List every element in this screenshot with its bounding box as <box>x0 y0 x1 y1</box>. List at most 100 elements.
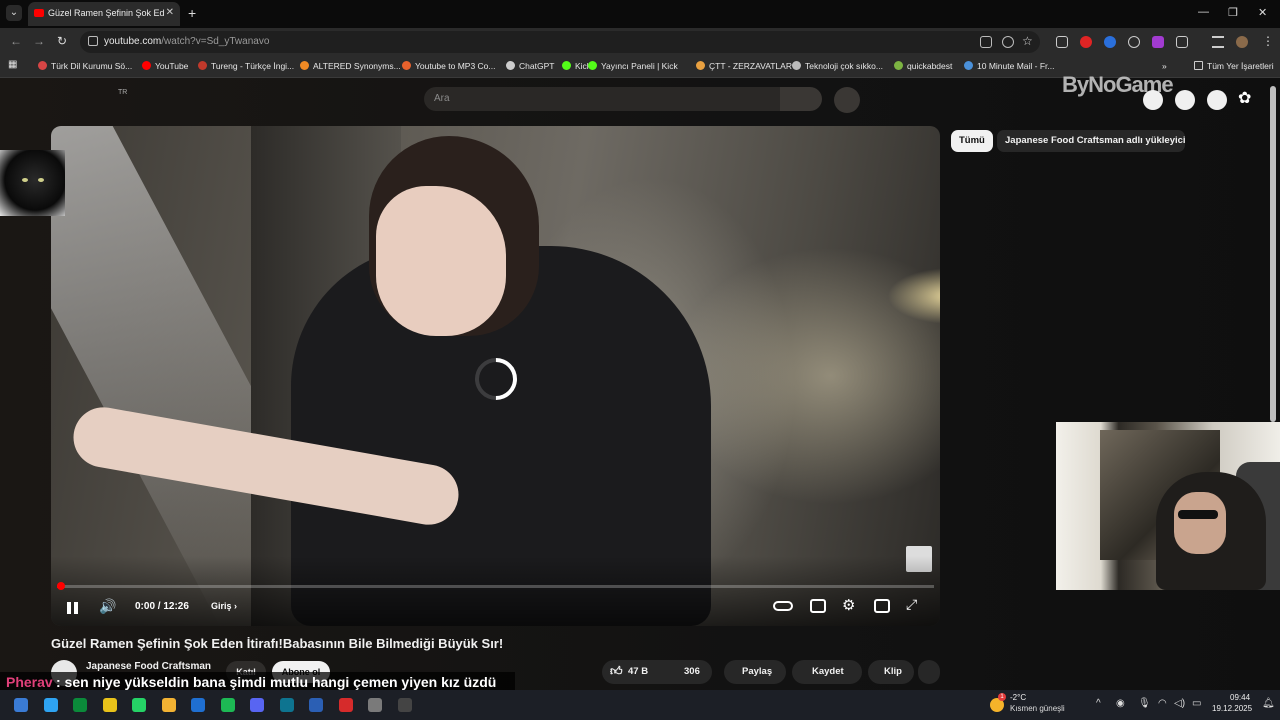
microphone-tray-icon[interactable]: 🎙︎ <box>1138 698 1151 709</box>
extension-screenshot-icon[interactable] <box>1056 36 1068 48</box>
tab-close-icon[interactable]: ✕ <box>166 7 174 18</box>
page-scrollbar[interactable] <box>1270 86 1276 422</box>
share-button[interactable]: Paylaş <box>724 660 786 684</box>
weather-temperature[interactable]: -2°C <box>1010 693 1026 702</box>
reload-button[interactable]: ↻ <box>57 34 67 48</box>
clock-date[interactable]: 19.12.2025 <box>1212 704 1252 713</box>
browser-tab-active[interactable]: Güzel Ramen Şefinin Şok Eden İ ✕ <box>28 2 180 26</box>
video-progress-bar[interactable] <box>57 582 934 590</box>
bookmark-item[interactable]: quickabdest <box>894 61 952 71</box>
progress-scrubber[interactable] <box>57 582 65 590</box>
video-player[interactable]: 🔊 0:00 / 12:26 Giriş › ⚙ ⤢ <box>51 126 940 626</box>
cast-icon[interactable] <box>980 36 992 48</box>
chapter-button[interactable]: Giriş › <box>211 601 237 611</box>
bookmark-star-icon[interactable]: ☆ <box>1022 34 1033 48</box>
taskbar-app-icon[interactable] <box>73 698 87 712</box>
taskbar-app-icon[interactable] <box>397 698 412 712</box>
search-button[interactable] <box>780 87 822 111</box>
extension-purple-icon[interactable] <box>1152 36 1164 48</box>
extension-gamepad-icon[interactable] <box>1128 36 1140 48</box>
bookmark-item[interactable]: Tureng - Türkçe İngi... <box>198 61 294 71</box>
voice-search-button[interactable] <box>834 87 860 113</box>
windows-taskbar: 1 -2°C Kısmen güneşli ^ ◉ 🎙︎ ◠ ◁) ▭ 09:4… <box>0 690 1280 720</box>
create-button[interactable] <box>1143 90 1163 110</box>
clip-button[interactable]: Klip <box>868 660 914 684</box>
taskbar-app-icon[interactable] <box>102 698 117 712</box>
bookmark-item[interactable]: ÇTT - ZERZAVATLAR <box>696 61 792 71</box>
more-actions-button[interactable] <box>918 660 940 684</box>
reading-list-icon[interactable] <box>1212 36 1224 48</box>
taskbar-app-icon[interactable] <box>309 698 323 712</box>
notifications-button[interactable] <box>1175 90 1195 110</box>
chip-from-channel[interactable]: Japanese Food Craftsman adlı yükleyicide… <box>997 130 1185 152</box>
hide-eye-icon[interactable] <box>1002 36 1014 48</box>
taskbar-app-icon[interactable] <box>14 698 28 712</box>
taskbar-app-icon[interactable] <box>191 698 205 712</box>
bookmark-favicon-icon <box>38 61 47 70</box>
video-time: 0:00 / 12:26 <box>135 601 189 612</box>
settings-icon[interactable]: ⚙ <box>842 596 855 614</box>
bookmark-item[interactable]: Türk Dil Kurumu Sö... <box>38 61 132 71</box>
battery-icon[interactable]: ▭ <box>1192 698 1201 709</box>
close-window-button[interactable]: ✕ <box>1258 6 1267 19</box>
bookmark-item[interactable]: ALTERED Synonyms... <box>300 61 401 71</box>
search-input[interactable]: Ara <box>424 87 780 111</box>
cat-overlay-image <box>0 150 65 216</box>
like-count[interactable]: 47 B <box>628 666 648 677</box>
folder-icon <box>1194 61 1203 70</box>
profile-avatar[interactable] <box>1236 36 1248 48</box>
minimize-window-button[interactable]: — <box>1198 6 1209 18</box>
bookmark-item[interactable]: Kick <box>562 61 591 71</box>
taskbar-app-icon[interactable] <box>161 698 176 712</box>
site-info-icon[interactable] <box>88 36 98 46</box>
save-button[interactable]: Kaydet <box>792 660 862 684</box>
bookmark-item[interactable]: Teknoloji çok sıkko... <box>792 61 883 71</box>
notification-bell-icon[interactable]: 🔔︎ <box>1262 698 1275 709</box>
taskbar-app-icon[interactable] <box>338 698 353 712</box>
chip-all[interactable]: Tümü <box>951 130 993 152</box>
steam-tray-icon[interactable]: ◉ <box>1116 698 1125 709</box>
wifi-icon[interactable]: ◠ <box>1158 698 1167 709</box>
pause-button[interactable] <box>67 602 79 616</box>
taskbar-app-icon[interactable] <box>279 698 294 712</box>
taskbar-app-icon[interactable] <box>250 698 264 712</box>
browser-menu-icon[interactable]: ⋮ <box>1262 34 1274 48</box>
bookmark-item[interactable]: Youtube to MP3 Co... <box>402 61 496 71</box>
channel-name[interactable]: Japanese Food Craftsman <box>86 661 211 672</box>
taskbar-app-icon[interactable] <box>132 698 146 712</box>
tab-search-button[interactable]: ⌄ <box>6 5 22 21</box>
fullscreen-icon[interactable]: ⤢ <box>906 596 917 613</box>
forward-button[interactable]: → <box>33 34 45 48</box>
new-tab-button[interactable]: + <box>188 5 196 21</box>
autoplay-toggle[interactable] <box>773 601 793 611</box>
taskbar-app-icon[interactable] <box>368 698 382 712</box>
all-bookmarks-folder[interactable]: Tüm Yer İşaretleri <box>1194 61 1274 71</box>
clock-time[interactable]: 09:44 <box>1230 693 1250 702</box>
tray-overflow-icon[interactable]: ^ <box>1096 698 1101 709</box>
subtitles-icon[interactable] <box>810 599 826 613</box>
account-button[interactable] <box>1207 90 1227 110</box>
chat-message: : sen niye yükseldin bana şimdi mutlu ha… <box>56 674 497 690</box>
youtube-page: TR Ara ByNoGame ✿ 🔊 0:00 / 12:26 Giriş ›… <box>0 72 1280 690</box>
extension-blue-icon[interactable] <box>1104 36 1116 48</box>
extension-red-icon[interactable] <box>1080 36 1092 48</box>
bookmark-item[interactable]: ChatGPT <box>506 61 554 71</box>
restore-window-button[interactable]: ❐ <box>1228 6 1238 19</box>
settings-gear-icon[interactable]: ✿ <box>1238 88 1251 108</box>
comment-count[interactable]: 306 <box>684 666 700 677</box>
bookmark-item[interactable]: YouTube <box>142 61 188 71</box>
apps-grid-icon[interactable]: ▦ <box>8 59 17 70</box>
like-icon[interactable]: 👍︎ <box>610 664 623 679</box>
taskbar-app-icon[interactable] <box>220 698 235 712</box>
bookmark-item[interactable]: 10 Minute Mail - Fr... <box>964 61 1054 71</box>
address-bar[interactable]: youtube.com/watch?v=Sd_yTwanavo ☆ <box>80 31 1040 53</box>
volume-icon[interactable]: 🔊 <box>99 598 116 615</box>
volume-tray-icon[interactable]: ◁) <box>1174 698 1185 709</box>
extensions-puzzle-icon[interactable] <box>1176 36 1188 48</box>
theater-mode-icon[interactable] <box>874 599 890 613</box>
bookmark-item[interactable]: Yayıncı Paneli | Kick <box>588 61 678 71</box>
taskbar-app-icon[interactable] <box>43 698 58 712</box>
more-bookmarks-button[interactable]: » <box>1162 61 1167 71</box>
back-button[interactable]: ← <box>10 34 22 48</box>
weather-condition[interactable]: Kısmen güneşli <box>1010 704 1065 713</box>
